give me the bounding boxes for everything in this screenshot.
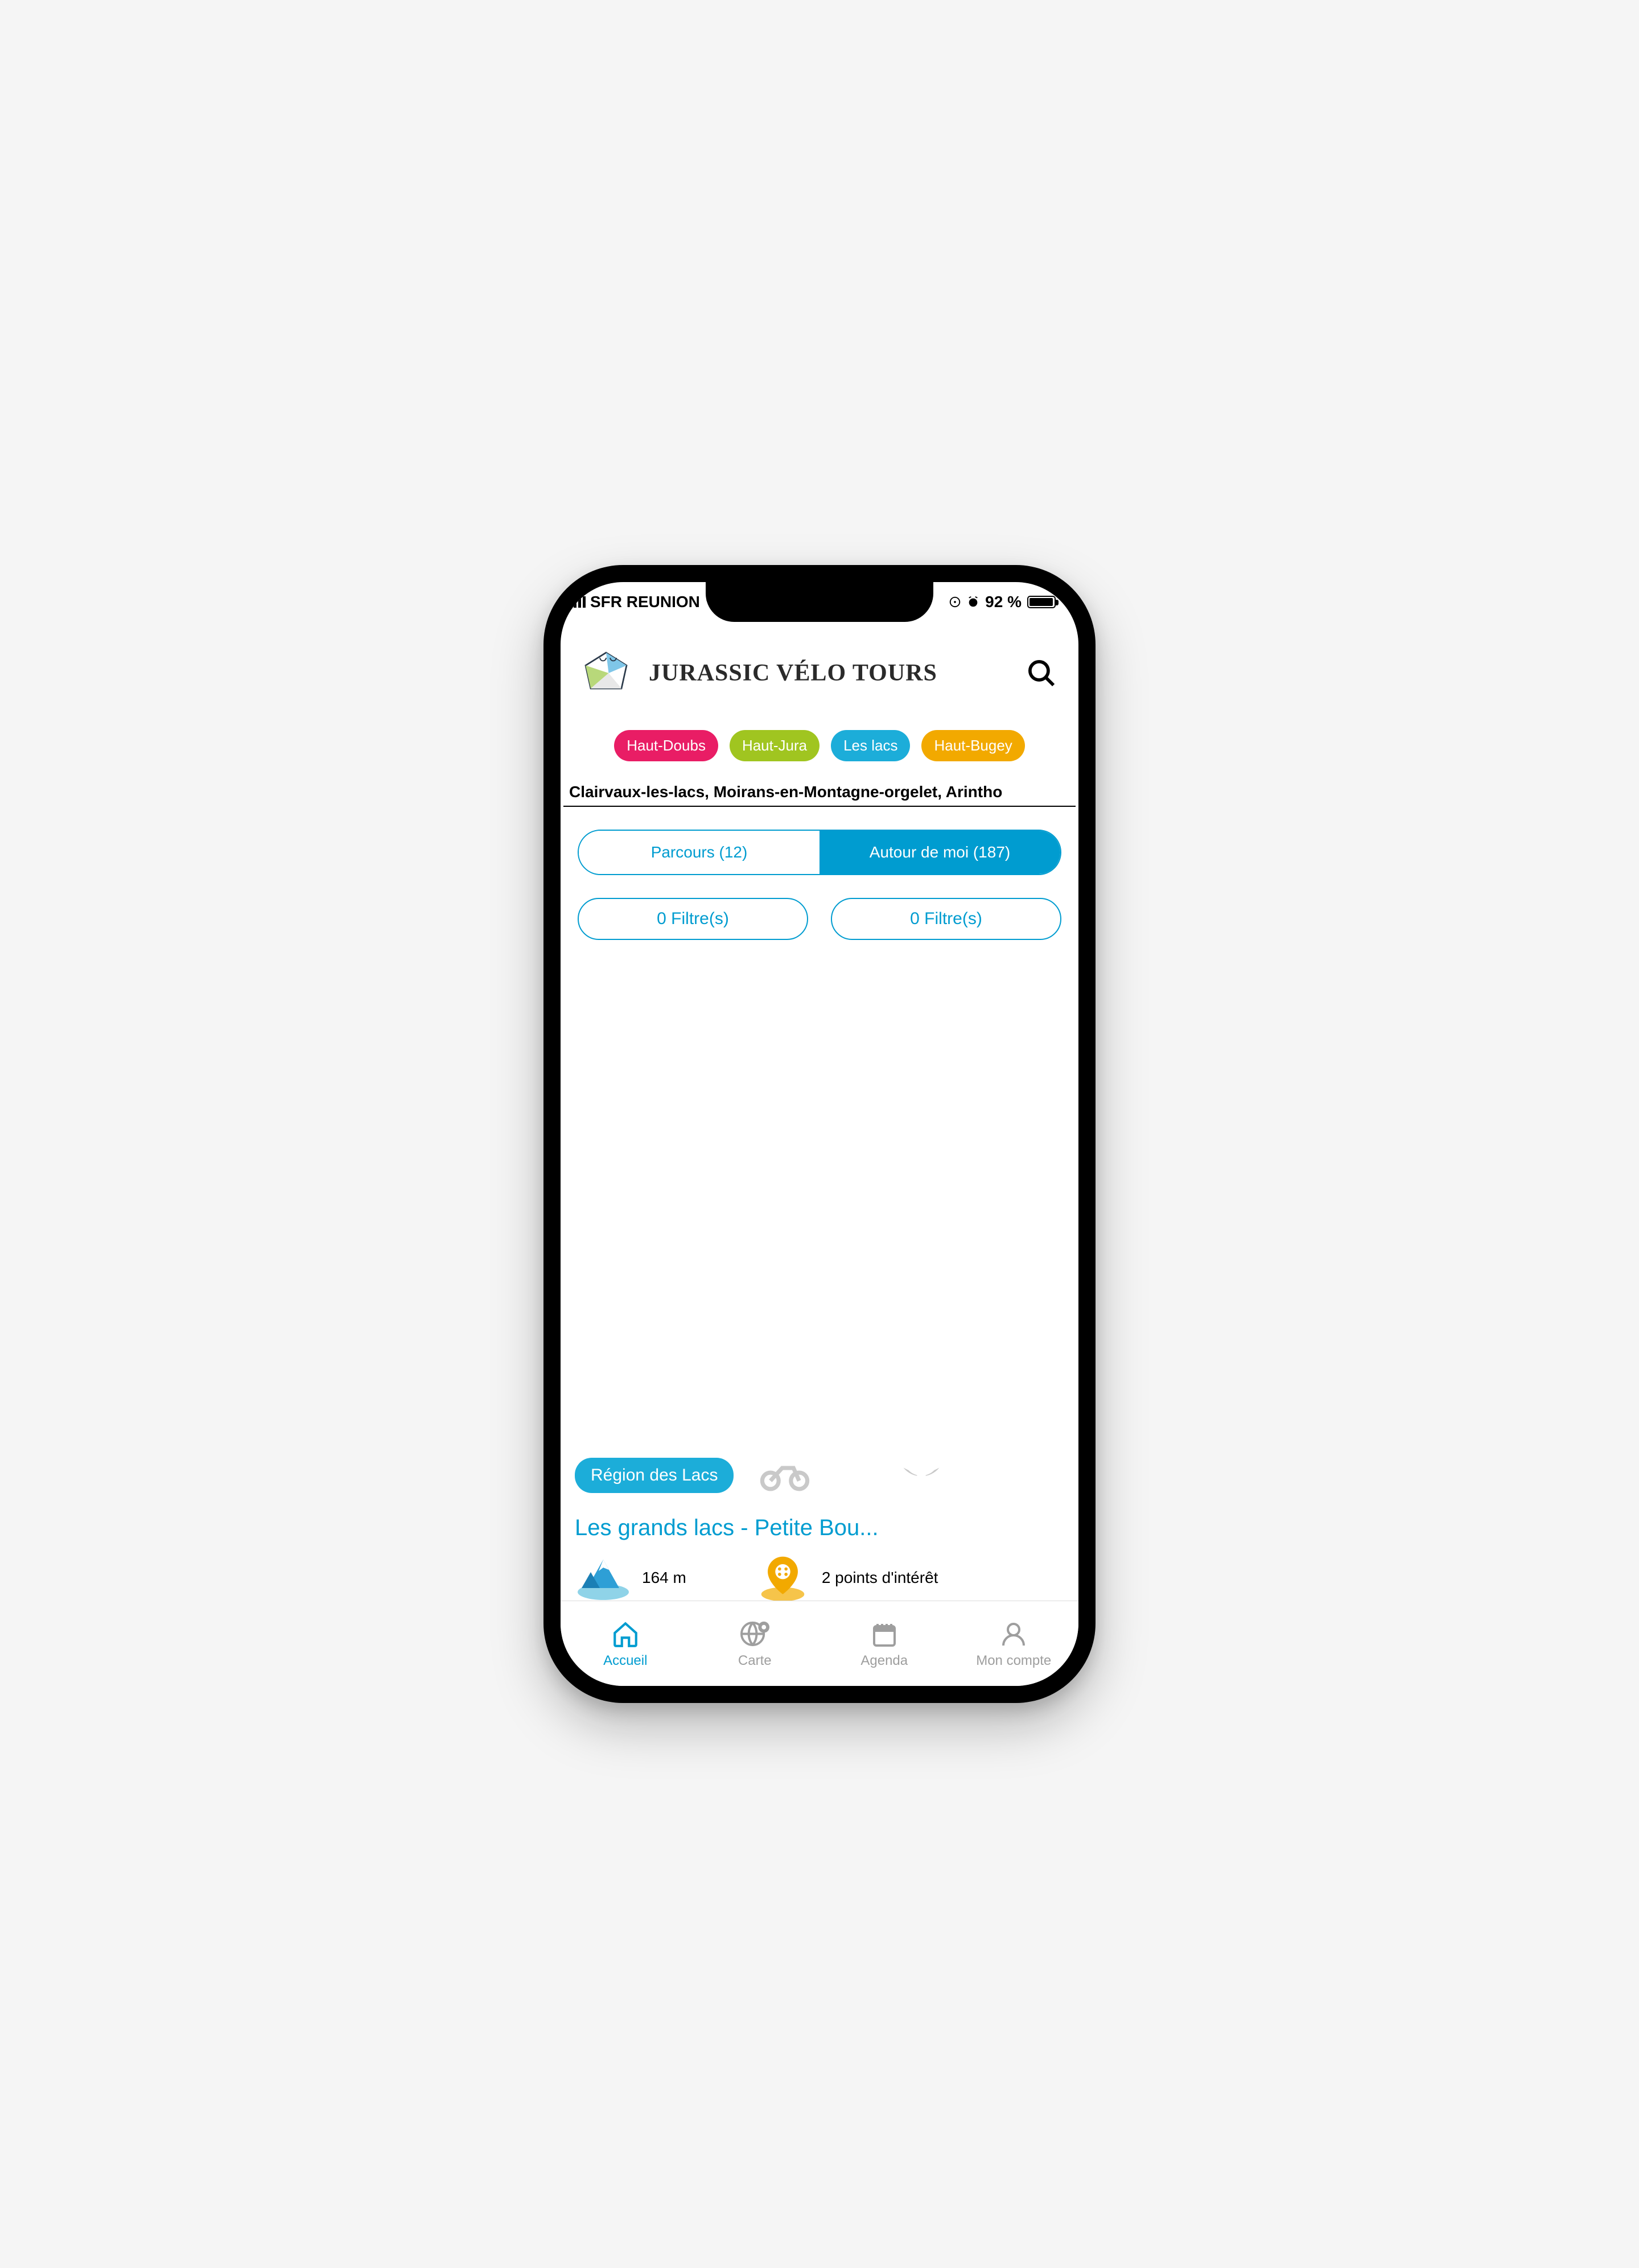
tab-home[interactable]: Accueil <box>561 1601 690 1686</box>
home-icon <box>611 1618 640 1650</box>
carrier-label: SFR REUNION <box>590 593 700 611</box>
poi-pin-icon <box>755 1555 812 1601</box>
globe-pin-icon <box>739 1618 771 1650</box>
tab-account-label: Mon compte <box>976 1653 1051 1669</box>
app-logo-icon <box>580 648 632 699</box>
stat-elevation-value: 164 m <box>642 1569 686 1587</box>
region-pill-row: Haut-Doubs Haut-Jura Les lacs Haut-Bugey <box>561 724 1078 767</box>
tab-agenda-label: Agenda <box>860 1653 908 1669</box>
calendar-icon <box>871 1618 898 1650</box>
tab-map-label: Carte <box>738 1653 772 1669</box>
tab-bar: Accueil Carte Agenda <box>561 1601 1078 1686</box>
region-pill-les-lacs[interactable]: Les lacs <box>831 730 910 761</box>
card-region-tag: Région des Lacs <box>575 1458 734 1493</box>
search-icon[interactable] <box>1024 656 1059 690</box>
location-icon <box>949 596 961 608</box>
segmented-control: Parcours (12) Autour de moi (187) <box>578 830 1061 875</box>
mountain-icon <box>575 1555 632 1601</box>
user-icon <box>1000 1618 1027 1650</box>
signal-icon <box>569 596 586 608</box>
battery-label: 92 % <box>985 593 1022 611</box>
tab-home-label: Accueil <box>603 1653 647 1669</box>
tab-agenda[interactable]: Agenda <box>820 1601 949 1686</box>
segment-autour-de-moi[interactable]: Autour de moi (187) <box>820 831 1060 874</box>
stat-poi: 2 points d'intérêt <box>755 1555 938 1601</box>
tab-map[interactable]: Carte <box>690 1601 820 1686</box>
filter-row: 0 Filtre(s) 0 Filtre(s) <box>578 898 1061 940</box>
filter-button-left[interactable]: 0 Filtre(s) <box>578 898 808 940</box>
alarm-icon <box>967 596 979 608</box>
phone-screen: SFR REUNION 12:43 92 % <box>561 582 1078 1686</box>
ebike-icon <box>756 1447 813 1504</box>
region-pill-haut-doubs[interactable]: Haut-Doubs <box>614 730 718 761</box>
stat-poi-value: 2 points d'intérêt <box>822 1569 938 1587</box>
route-card[interactable]: Région des Lacs Les grands lacs - Petite… <box>561 1447 1078 1601</box>
battery-icon <box>1027 596 1056 608</box>
location-input[interactable]: Clairvaux-les-lacs, Moirans-en-Montagne-… <box>563 778 1076 807</box>
region-pill-haut-jura[interactable]: Haut-Jura <box>730 730 820 761</box>
phone-notch <box>706 582 933 622</box>
filter-button-right[interactable]: 0 Filtre(s) <box>831 898 1061 940</box>
tab-account[interactable]: Mon compte <box>949 1601 1079 1686</box>
region-pill-haut-bugey[interactable]: Haut-Bugey <box>921 730 1024 761</box>
app-title: JURASSIC VÉLO TOURS <box>649 659 1007 687</box>
card-title: Les grands lacs - Petite Bou... <box>575 1515 1064 1541</box>
segment-parcours[interactable]: Parcours (12) <box>579 831 820 874</box>
phone-mockup: SFR REUNION 12:43 92 % <box>543 565 1096 1703</box>
stat-elevation: 164 m <box>575 1555 686 1601</box>
app-header: JURASSIC VÉLO TOURS <box>561 622 1078 724</box>
content-scroll[interactable]: Région des Lacs Les grands lacs - Petite… <box>561 940 1078 1601</box>
smile-icon <box>893 1447 950 1504</box>
